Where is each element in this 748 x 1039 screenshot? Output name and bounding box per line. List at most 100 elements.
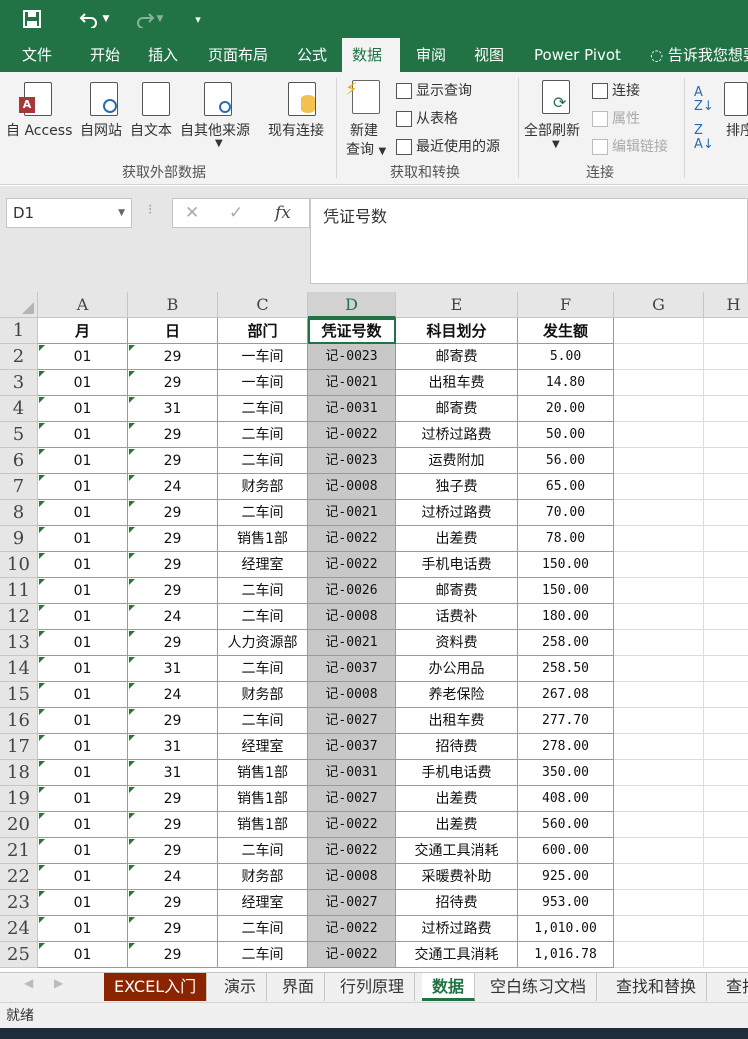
table-cell[interactable]: 话费补: [396, 604, 518, 630]
scroll-left-icon[interactable]: ◀: [24, 976, 33, 990]
table-cell[interactable]: 过桥过路费: [396, 916, 518, 942]
empty-cell[interactable]: [614, 890, 704, 916]
table-cell[interactable]: 01: [38, 890, 128, 916]
table-cell[interactable]: 交通工具消耗: [396, 942, 518, 968]
table-cell[interactable]: 记-0022: [308, 552, 396, 578]
recent-sources-button[interactable]: 最近使用的源: [396, 136, 500, 156]
table-cell[interactable]: 销售1部: [218, 786, 308, 812]
table-cell[interactable]: 01: [38, 526, 128, 552]
table-cell[interactable]: 养老保险: [396, 682, 518, 708]
header-cell[interactable]: 科目划分: [396, 318, 518, 344]
row-header[interactable]: 1: [0, 318, 38, 344]
table-cell[interactable]: 01: [38, 942, 128, 968]
empty-cell[interactable]: [704, 474, 748, 500]
empty-cell[interactable]: [704, 734, 748, 760]
redo-icon[interactable]: ▼: [128, 6, 168, 32]
table-cell[interactable]: 277.70: [518, 708, 614, 734]
sheet-tab[interactable]: 空白练习文档: [480, 973, 598, 1001]
table-cell[interactable]: 经理室: [218, 734, 308, 760]
table-cell[interactable]: 24: [128, 864, 218, 890]
row-header[interactable]: 23: [0, 890, 38, 916]
empty-cell[interactable]: [614, 630, 704, 656]
chevron-down-icon[interactable]: ▼: [118, 199, 125, 227]
row-header[interactable]: 6: [0, 448, 38, 474]
column-header-e[interactable]: E: [396, 292, 518, 318]
table-cell[interactable]: 29: [128, 630, 218, 656]
empty-cell[interactable]: [704, 890, 748, 916]
table-cell[interactable]: 招待费: [396, 734, 518, 760]
tab-home[interactable]: 开始: [80, 38, 130, 72]
empty-cell[interactable]: [704, 760, 748, 786]
row-header[interactable]: 17: [0, 734, 38, 760]
table-cell[interactable]: 过桥过路费: [396, 500, 518, 526]
table-cell[interactable]: 1,016.78: [518, 942, 614, 968]
table-cell[interactable]: 记-0023: [308, 344, 396, 370]
table-cell[interactable]: 29: [128, 812, 218, 838]
empty-cell[interactable]: [614, 708, 704, 734]
table-cell[interactable]: 14.80: [518, 370, 614, 396]
table-cell[interactable]: 01: [38, 630, 128, 656]
row-header[interactable]: 3: [0, 370, 38, 396]
table-cell[interactable]: 29: [128, 916, 218, 942]
empty-cell[interactable]: [614, 838, 704, 864]
table-cell[interactable]: 01: [38, 552, 128, 578]
table-cell[interactable]: 独子费: [396, 474, 518, 500]
table-cell[interactable]: 01: [38, 344, 128, 370]
table-cell[interactable]: 258.00: [518, 630, 614, 656]
empty-cell[interactable]: [704, 656, 748, 682]
table-cell[interactable]: 408.00: [518, 786, 614, 812]
table-cell[interactable]: 记-0021: [308, 630, 396, 656]
existing-connections-button[interactable]: 现有连接: [268, 120, 324, 140]
table-cell[interactable]: 56.00: [518, 448, 614, 474]
empty-cell[interactable]: [704, 578, 748, 604]
sheet-tab[interactable]: 查找: [716, 973, 748, 1001]
table-cell[interactable]: 采暖费补助: [396, 864, 518, 890]
scroll-right-icon[interactable]: ▶: [54, 976, 63, 990]
table-cell[interactable]: 出租车费: [396, 708, 518, 734]
tab-insert[interactable]: 插入: [138, 38, 188, 72]
table-cell[interactable]: 二车间: [218, 396, 308, 422]
table-cell[interactable]: 600.00: [518, 838, 614, 864]
table-cell[interactable]: 29: [128, 344, 218, 370]
table-cell[interactable]: 78.00: [518, 526, 614, 552]
table-cell[interactable]: 31: [128, 656, 218, 682]
tab-review[interactable]: 审阅: [406, 38, 456, 72]
empty-cell[interactable]: [704, 448, 748, 474]
table-cell[interactable]: 01: [38, 474, 128, 500]
table-cell[interactable]: 01: [38, 838, 128, 864]
table-cell[interactable]: 出租车费: [396, 370, 518, 396]
table-cell[interactable]: 29: [128, 552, 218, 578]
table-cell[interactable]: 二车间: [218, 942, 308, 968]
sheet-tab[interactable]: 行列原理: [330, 973, 416, 1001]
column-header-a[interactable]: A: [38, 292, 128, 318]
sheet-tab[interactable]: 界面: [272, 973, 326, 1001]
table-cell[interactable]: 01: [38, 760, 128, 786]
table-cell[interactable]: 一车间: [218, 370, 308, 396]
table-cell[interactable]: 记-0027: [308, 786, 396, 812]
customize-qat-icon[interactable]: ▾: [188, 6, 208, 32]
empty-cell[interactable]: [704, 916, 748, 942]
table-cell[interactable]: 过桥过路费: [396, 422, 518, 448]
table-cell[interactable]: 29: [128, 786, 218, 812]
table-cell[interactable]: 经理室: [218, 890, 308, 916]
table-cell[interactable]: 01: [38, 578, 128, 604]
row-header[interactable]: 25: [0, 942, 38, 968]
empty-cell[interactable]: [614, 942, 704, 968]
table-cell[interactable]: 记-0027: [308, 890, 396, 916]
table-cell[interactable]: 01: [38, 812, 128, 838]
row-header[interactable]: 22: [0, 864, 38, 890]
table-cell[interactable]: 01: [38, 734, 128, 760]
row-header[interactable]: 16: [0, 708, 38, 734]
enter-icon[interactable]: ✓: [229, 203, 243, 223]
row-header[interactable]: 24: [0, 916, 38, 942]
save-icon[interactable]: [18, 6, 46, 32]
sheet-tab[interactable]: 查找和替换: [606, 973, 708, 1001]
table-cell[interactable]: 150.00: [518, 552, 614, 578]
table-cell[interactable]: 29: [128, 422, 218, 448]
empty-cell[interactable]: [704, 838, 748, 864]
table-cell[interactable]: 二车间: [218, 422, 308, 448]
table-cell[interactable]: 31: [128, 734, 218, 760]
table-cell[interactable]: 办公用品: [396, 656, 518, 682]
empty-cell[interactable]: [614, 682, 704, 708]
table-cell[interactable]: 记-0031: [308, 760, 396, 786]
